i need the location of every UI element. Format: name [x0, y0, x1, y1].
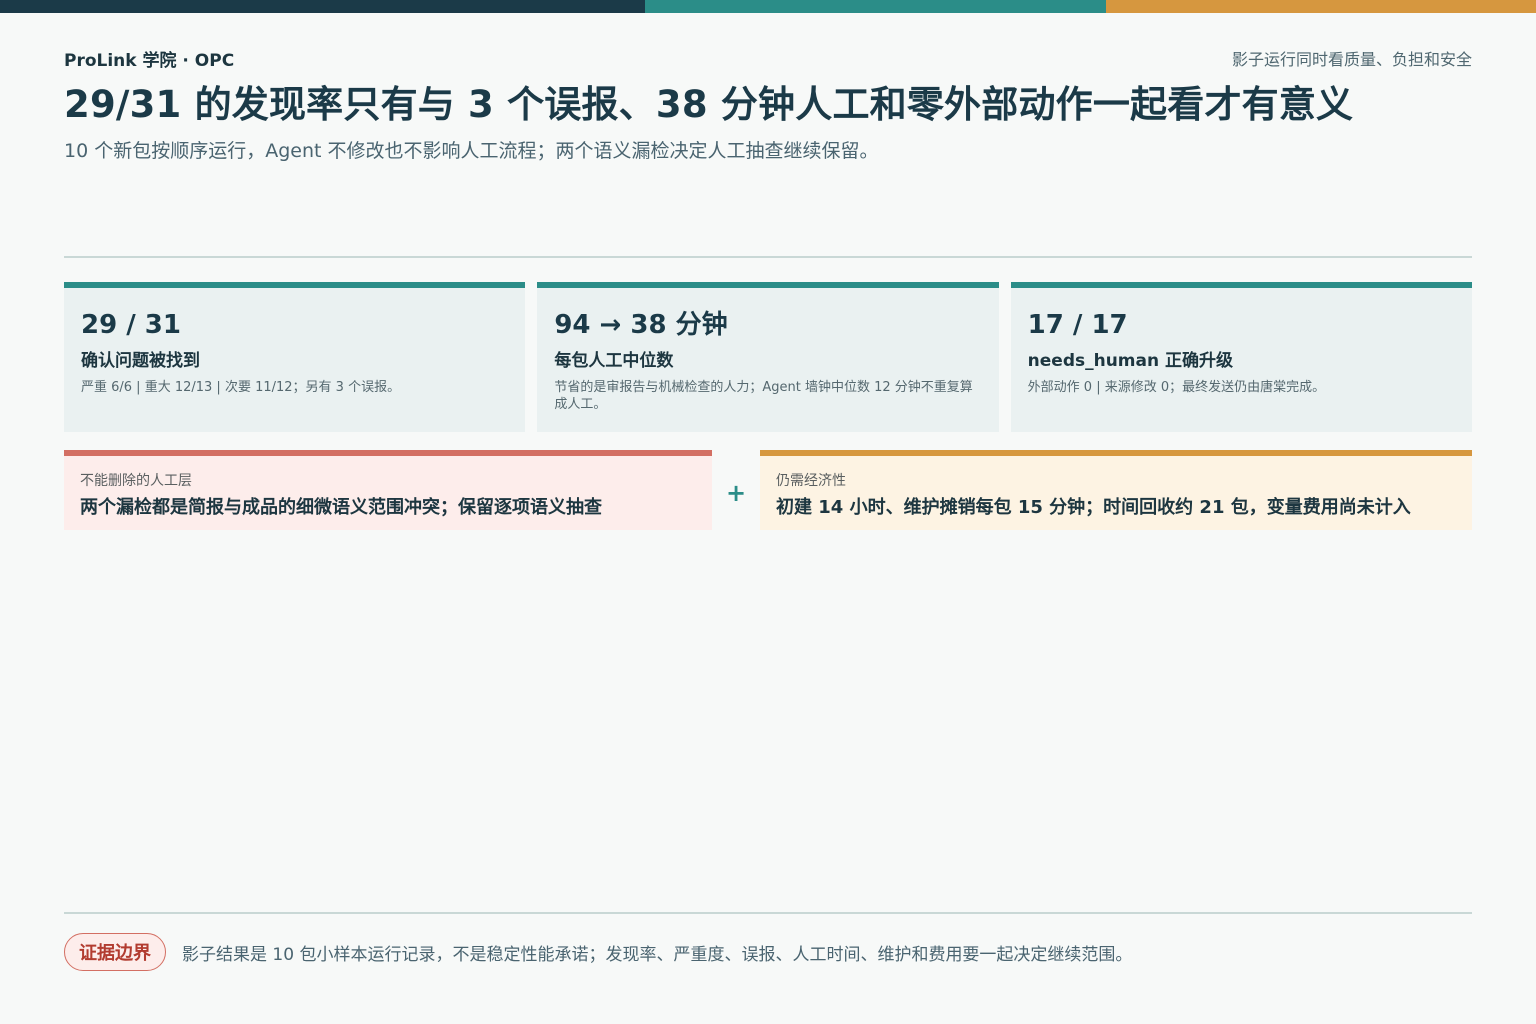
stat-note: 节省的是审报告与机械检查的人力；Agent 墙钟中位数 12 分钟不重复算成人工… [554, 380, 973, 412]
stats-row: 29 / 31 确认问题被找到 严重 6/6 | 重大 12/13 | 次要 1… [64, 282, 1472, 432]
stat-card-human-time: 94 → 38 分钟 每包人工中位数 节省的是审报告与机械检查的人力；Agent… [537, 282, 999, 432]
stat-value: 17 / 17 [1027, 310, 1128, 340]
page-title: 29/31 的发现率只有与 3 个误报、38 分钟人工和零外部动作一起看才有意义 [64, 83, 1354, 126]
brand-row: ProLink 学院 · OPC 影子运行同时看质量、负担和安全 [64, 46, 1472, 71]
footer-divider [64, 912, 1472, 914]
top-bar-teal-segment [645, 0, 1106, 13]
stat-label: 每包人工中位数 [554, 351, 674, 371]
top-bar-navy-segment [0, 0, 645, 13]
stat-label: needs_human 正确升级 [1027, 351, 1234, 371]
callout-kicker: 仍需经济性 [776, 473, 846, 489]
stat-note: 严重 6/6 | 重大 12/13 | 次要 11/12；另有 3 个误报。 [81, 380, 401, 395]
callout-text: 两个漏检都是简报与成品的细微语义范围冲突；保留逐项语义抽查 [80, 497, 602, 518]
callout-economics: 仍需经济性 初建 14 小时、维护摊销每包 15 分钟；时间回收约 21 包，变… [760, 450, 1472, 530]
footer-text: 影子结果是 10 包小样本运行记录，不是稳定性能承诺；发现率、严重度、误报、人工… [182, 944, 1133, 965]
stat-card-detection: 29 / 31 确认问题被找到 严重 6/6 | 重大 12/13 | 次要 1… [64, 282, 526, 432]
header-divider [64, 256, 1472, 258]
plus-icon: + [725, 479, 747, 507]
brand-label: ProLink 学院 · OPC [64, 50, 235, 71]
stat-note: 外部动作 0 | 来源修改 0；最终发送仍由唐棠完成。 [1027, 380, 1326, 395]
callout-human-layer: 不能删除的人工层 两个漏检都是简报与成品的细微语义范围冲突；保留逐项语义抽查 [64, 450, 712, 530]
stat-value: 29 / 31 [81, 310, 181, 340]
page-header: ProLink 学院 · OPC 影子运行同时看质量、负担和安全 29/31 的… [64, 46, 1472, 164]
tagline: 影子运行同时看质量、负担和安全 [1231, 50, 1472, 69]
footer: 证据边界 影子结果是 10 包小样本运行记录，不是稳定性能承诺；发现率、严重度、… [64, 933, 1472, 971]
callout-kicker: 不能删除的人工层 [80, 473, 192, 489]
stat-value: 94 → 38 分钟 [554, 310, 728, 340]
callout-text: 初建 14 小时、维护摊销每包 15 分钟；时间回收约 21 包，变量费用尚未计… [776, 497, 1411, 518]
stat-card-escalation: 17 / 17 needs_human 正确升级 外部动作 0 | 来源修改 0… [1010, 282, 1472, 432]
stat-label: 确认问题被找到 [81, 351, 200, 371]
top-bar-amber-segment [1106, 0, 1536, 13]
page-subtitle: 10 个新包按顺序运行，Agent 不修改也不影响人工流程；两个语义漏检决定人工… [64, 140, 879, 162]
evidence-boundary-badge: 证据边界 [64, 933, 166, 971]
top-color-bar [0, 0, 1536, 13]
callouts-row: 不能删除的人工层 两个漏检都是简报与成品的细微语义范围冲突；保留逐项语义抽查 +… [64, 450, 1472, 530]
